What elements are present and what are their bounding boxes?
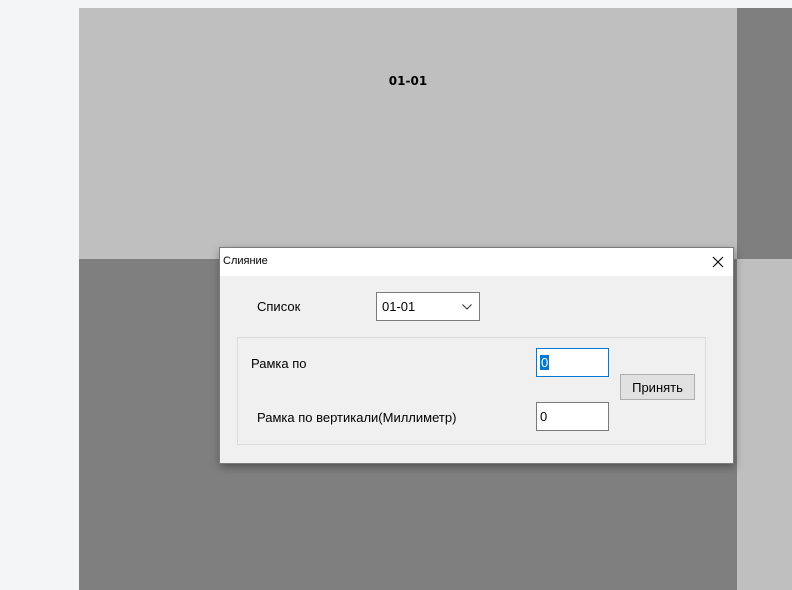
left-margin <box>0 0 79 590</box>
frame-vertical-input[interactable]: 0 <box>536 402 609 431</box>
frame-vertical-label: Рамка по вертикали(Миллиметр) <box>257 410 457 425</box>
canvas-tile-top: 01-01 <box>79 8 737 259</box>
frame-input-value: 0 <box>540 355 550 370</box>
list-select[interactable]: 01-01 <box>376 292 480 321</box>
chevron-down-icon <box>462 304 472 310</box>
list-label: Список <box>257 299 301 314</box>
frame-label: Рамка по <box>251 356 307 371</box>
frame-vertical-input-value: 0 <box>540 409 548 424</box>
frame-input[interactable]: 0 <box>536 348 609 377</box>
close-button[interactable] <box>703 248 733 276</box>
tile-label: 01-01 <box>388 74 428 88</box>
canvas-tile-right-bottom <box>737 259 792 590</box>
merge-dialog: Слияние Список 01-01 Рамка по 0 Принять … <box>219 247 734 464</box>
apply-button[interactable]: Принять <box>620 374 695 400</box>
canvas-tile-right-top <box>737 8 792 259</box>
dialog-titlebar: Слияние <box>220 248 733 276</box>
list-select-value: 01-01 <box>382 299 416 314</box>
canvas-top-strip <box>79 0 792 8</box>
close-icon <box>712 256 724 268</box>
dialog-title: Слияние <box>223 255 268 267</box>
